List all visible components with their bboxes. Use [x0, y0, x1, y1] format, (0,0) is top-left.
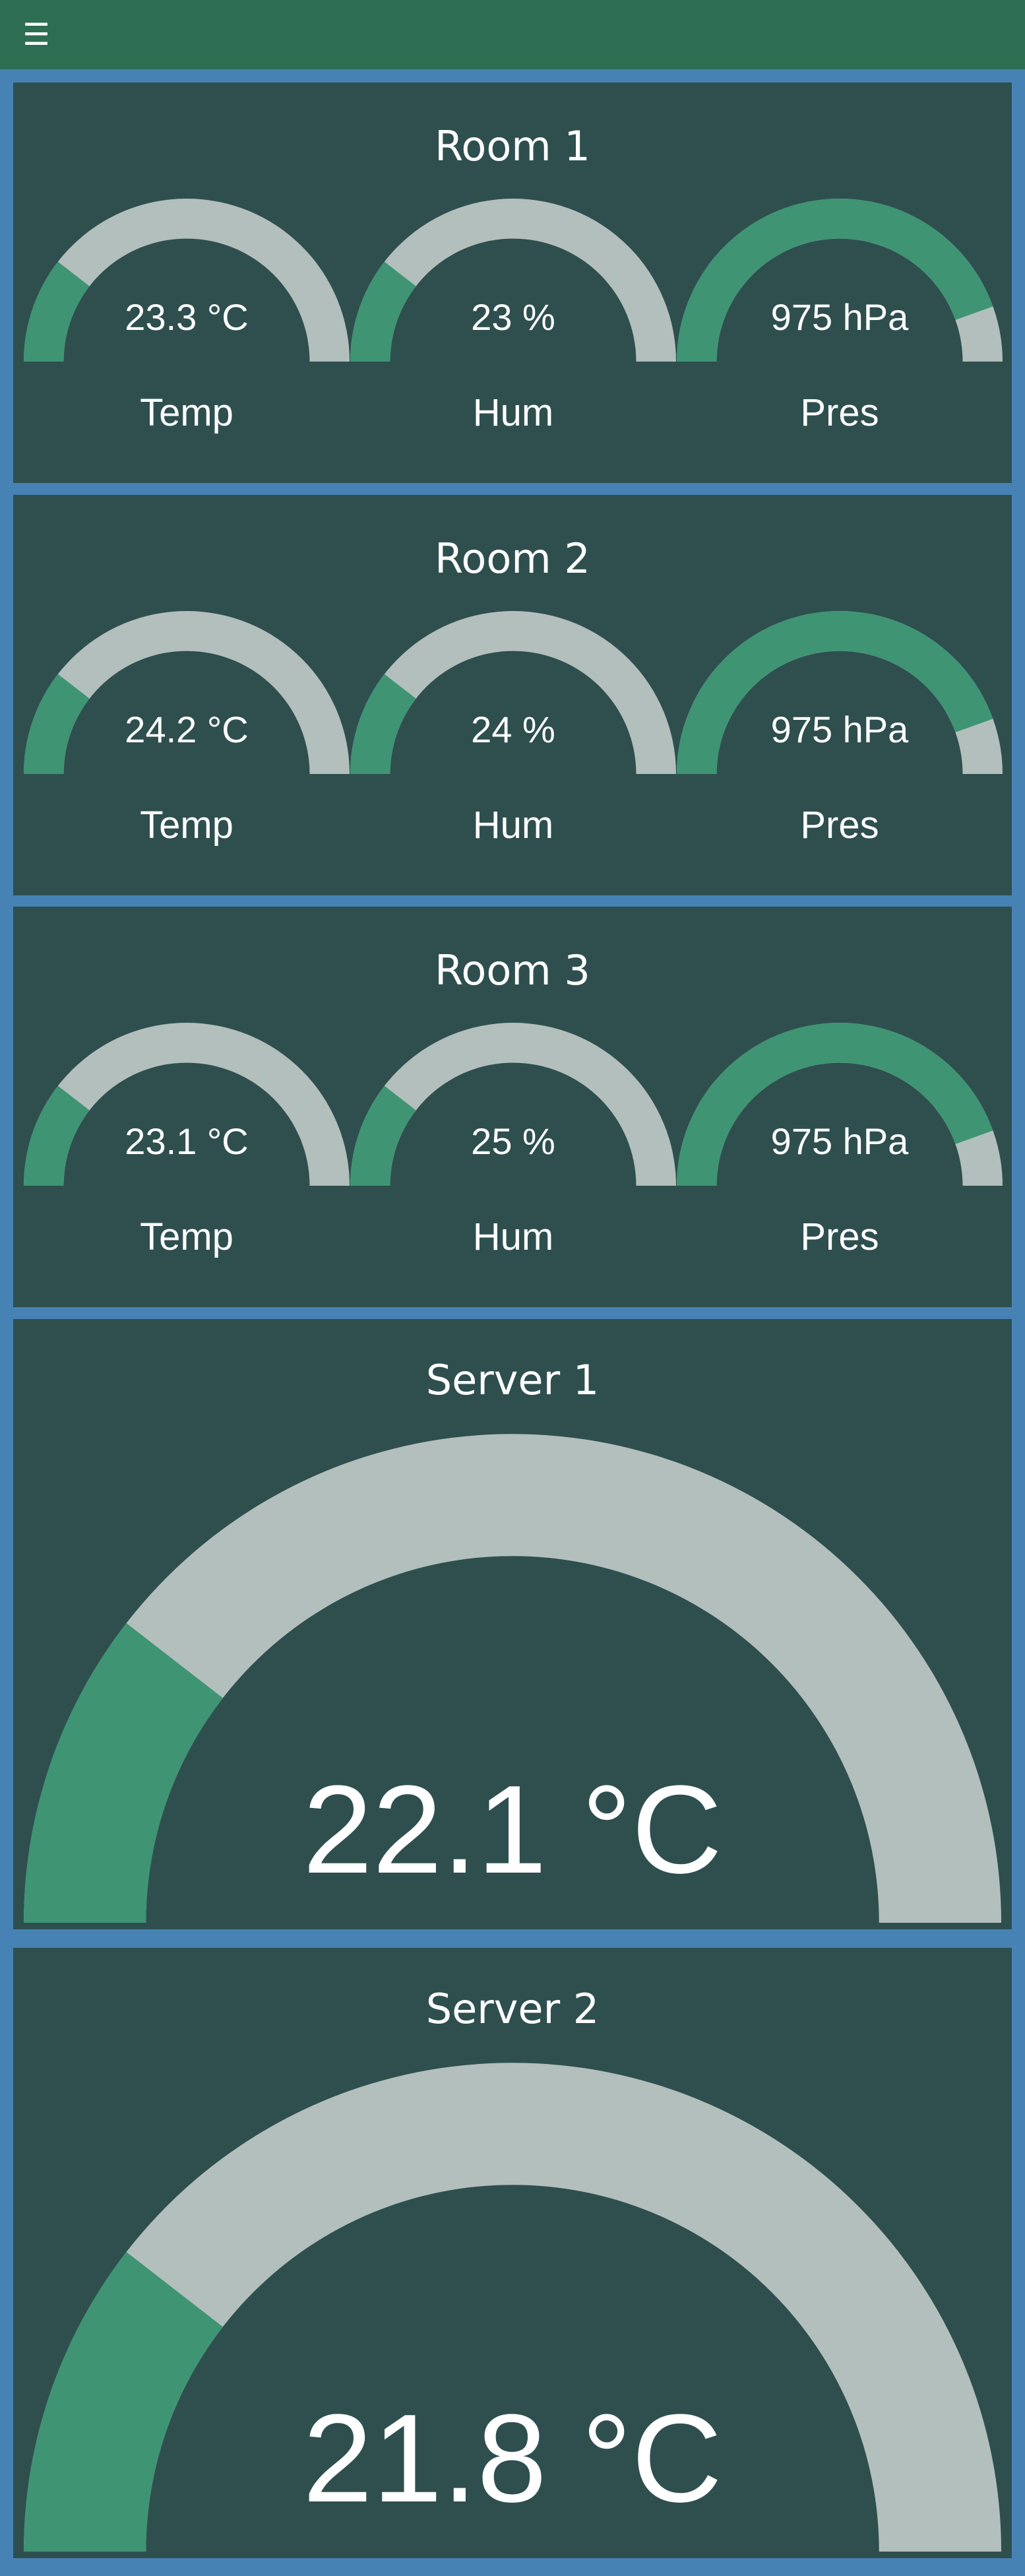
- gauge-value: 975 hPa: [770, 709, 909, 750]
- gauge-value: 25 %: [471, 1120, 555, 1162]
- humidity-gauge: 24 % Hum: [350, 611, 676, 847]
- gauge-label: Temp: [140, 1215, 233, 1258]
- card-title: Server 1: [425, 1356, 600, 1404]
- gauge-value: 24.2 °C: [125, 709, 249, 750]
- card-title: Server 2: [425, 1985, 600, 2033]
- gauge-label: Pres: [800, 391, 879, 434]
- pressure-gauge: 975 hPa Pres: [677, 611, 1003, 847]
- temp-gauge: 23.1 °C Temp: [24, 1023, 350, 1258]
- pressure-gauge: 975 hPa Pres: [677, 199, 1003, 434]
- gauge-label: Temp: [140, 391, 233, 434]
- card-title: Room 1: [435, 122, 590, 170]
- gauge-value: 24 %: [471, 709, 555, 750]
- pressure-gauge: 975 hPa Pres: [677, 1023, 1003, 1258]
- temp-gauge: 24.2 °C Temp: [24, 611, 350, 847]
- gauge-value: 23.3 °C: [125, 296, 249, 338]
- gauge-value: 23.1 °C: [125, 1120, 249, 1162]
- gauge-label: Pres: [800, 804, 879, 847]
- gauge-label: Hum: [472, 391, 554, 434]
- humidity-gauge: 25 % Hum: [350, 1023, 676, 1258]
- gauge-value: 21.8 °C: [303, 2389, 722, 2528]
- top-bar: ☰: [0, 0, 1025, 69]
- room-card-2: Room 2 24.2 °C Temp 24 % Hum 975 hPa Pre…: [13, 495, 1012, 895]
- server-card-1: Server 1 22.1 °C: [13, 1319, 1012, 1929]
- hamburger-menu-icon[interactable]: ☰: [20, 15, 53, 54]
- card-title: Room 3: [435, 946, 590, 994]
- temp-gauge: 23.3 °C Temp: [24, 199, 350, 434]
- gauge-value: 975 hPa: [770, 1120, 909, 1162]
- card-title: Room 2: [435, 534, 590, 583]
- server-temp-gauge: 21.8 °C: [24, 2063, 1001, 2552]
- server-card-2: Server 2 21.8 °C: [13, 1948, 1012, 2558]
- gauge-label: Temp: [140, 804, 233, 847]
- room-card-3: Room 3 23.1 °C Temp 25 % Hum 975 hPa Pre…: [13, 907, 1012, 1307]
- gauge-label: Hum: [472, 1215, 554, 1258]
- gauge-value: 22.1 °C: [303, 1760, 722, 1900]
- gauge-value: 23 %: [471, 296, 555, 338]
- server-temp-gauge: 22.1 °C: [24, 1434, 1001, 1923]
- room-card-1: Room 1 23.3 °C Temp 23 % Hum 975 hPa Pre…: [13, 82, 1012, 483]
- gauge-label: Pres: [800, 1215, 879, 1258]
- humidity-gauge: 23 % Hum: [350, 199, 676, 434]
- gauge-label: Hum: [472, 804, 554, 847]
- gauge-value: 975 hPa: [770, 296, 909, 338]
